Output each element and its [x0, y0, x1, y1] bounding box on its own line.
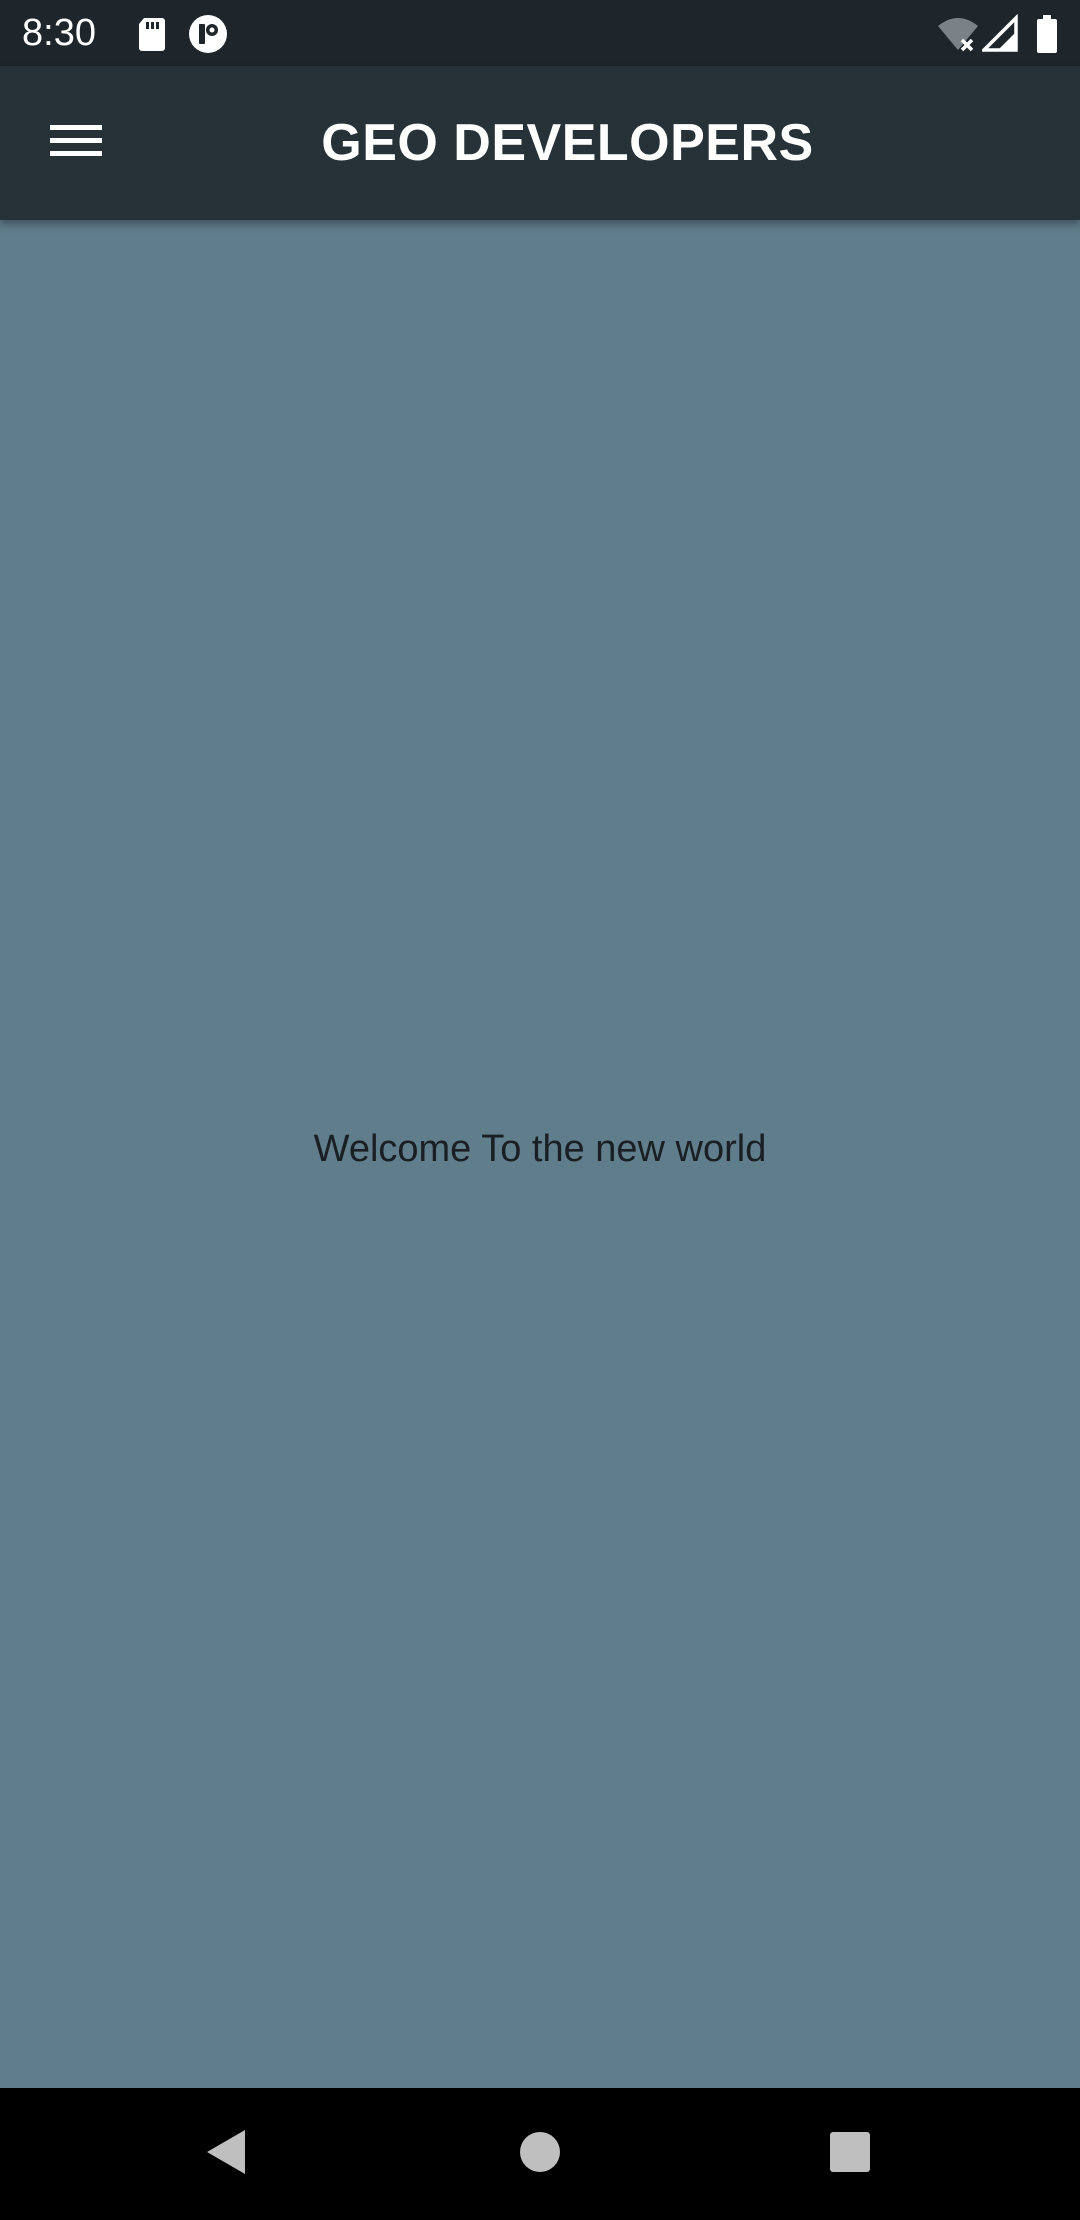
screen: 8:30 GEO DEVELOPERS Welcome To the new w… [0, 0, 1080, 2220]
main-content: Welcome To the new world [0, 220, 1080, 2088]
status-time: 8:30 [22, 12, 96, 54]
recents-button[interactable] [810, 2114, 890, 2194]
app-bar: GEO DEVELOPERS [0, 66, 1080, 220]
welcome-text: Welcome To the new world [313, 1128, 767, 1170]
wifi-off-icon [936, 14, 980, 54]
recents-icon [829, 2131, 871, 2178]
sd-card-icon [132, 14, 172, 54]
home-icon [519, 2131, 561, 2178]
app-notification-icon [188, 14, 228, 54]
status-bar: 8:30 [0, 0, 1080, 66]
back-button[interactable] [186, 2114, 266, 2194]
back-icon [203, 2128, 249, 2181]
home-button[interactable] [500, 2114, 580, 2194]
navigation-bar [0, 2088, 1080, 2220]
battery-icon [1036, 14, 1058, 54]
signal-icon [979, 13, 1018, 54]
app-title: GEO DEVELOPERS [321, 114, 814, 172]
